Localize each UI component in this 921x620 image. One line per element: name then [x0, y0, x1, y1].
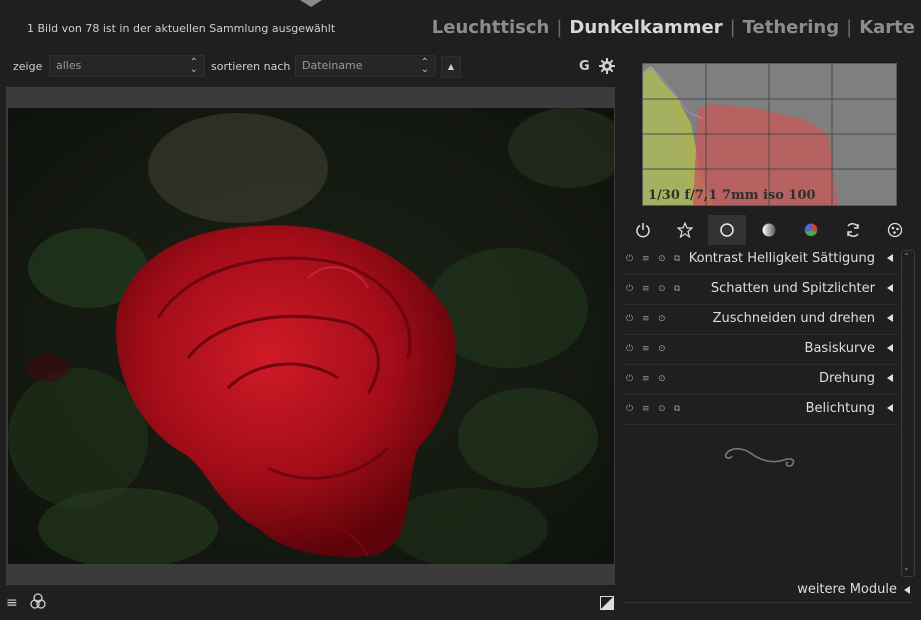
multi-instance-icon[interactable]: ⧉	[674, 254, 680, 264]
module-group-bar	[624, 215, 914, 245]
module-name: Drehung	[818, 371, 875, 386]
exif-info: 1/30 f/7,1 7mm iso 100	[648, 188, 816, 203]
view-switcher: Leuchttisch | Dunkelkammer | Tethering | Karte	[431, 17, 915, 38]
module-exposure[interactable]: ⏻ ≡ ⊙ ⧉ Belichtung	[624, 395, 897, 425]
presets-menu-icon[interactable]: ≡	[642, 404, 650, 414]
hamburger-menu-icon[interactable]: ≡	[6, 595, 18, 611]
favorites-star-icon[interactable]	[666, 215, 704, 245]
module-name: Schatten und Spitzlichter	[710, 281, 875, 296]
view-map[interactable]: Karte	[859, 17, 915, 38]
module-base-curve[interactable]: ⏻ ≡ ⊙ Basiskurve	[624, 335, 897, 365]
module-name: Basiskurve	[804, 341, 875, 356]
presets-menu-icon[interactable]: ≡	[642, 344, 650, 354]
show-label: zeige	[13, 60, 43, 73]
presets-menu-icon[interactable]: ≡	[642, 374, 650, 384]
power-icon[interactable]: ⏻	[626, 374, 633, 384]
power-icon[interactable]: ⏻	[626, 404, 633, 414]
expand-triangle-icon[interactable]	[887, 314, 893, 322]
divider	[624, 602, 914, 603]
tone-group-icon[interactable]	[750, 215, 788, 245]
power-icon[interactable]: ⏻	[626, 314, 633, 324]
sort-by-combobox[interactable]: Dateiname ⌃ ⌄	[295, 55, 436, 77]
end-of-modules-flourish-icon	[722, 444, 800, 474]
scroll-up-icon[interactable]: ⌃	[903, 252, 910, 261]
reset-icon[interactable]: ⊙	[658, 284, 666, 294]
reset-icon[interactable]: ⊙	[658, 314, 666, 324]
color-group-icon[interactable]	[792, 215, 830, 245]
selection-status: 1 Bild von 78 ist in der aktuellen Samml…	[27, 22, 336, 35]
view-tethering[interactable]: Tethering	[743, 17, 839, 38]
view-darkroom[interactable]: Dunkelkammer	[569, 17, 722, 38]
reset-icon[interactable]: ⊙	[658, 344, 666, 354]
view-lighttable[interactable]: Leuchttisch	[432, 17, 550, 38]
color-picker-icon[interactable]	[30, 592, 46, 614]
histogram[interactable]: 1/30 f/7,1 7mm iso 100	[642, 63, 897, 206]
image-preview[interactable]	[8, 108, 614, 564]
expand-triangle-icon[interactable]	[887, 284, 893, 292]
basic-group-circle-icon[interactable]	[708, 215, 746, 245]
power-icon[interactable]: ⏻	[626, 254, 633, 264]
module-name: Kontrast Helligkeit Sättigung	[688, 251, 875, 266]
show-filter-value: alles	[56, 59, 82, 72]
gear-icon[interactable]	[599, 58, 615, 78]
presets-menu-icon[interactable]: ≡	[642, 254, 650, 264]
module-name: Belichtung	[805, 401, 875, 416]
expand-triangle-icon[interactable]	[904, 586, 910, 594]
reset-icon[interactable]: ⊙	[658, 254, 666, 264]
sort-by-value: Dateiname	[302, 59, 363, 72]
module-contrast-brightness-saturation[interactable]: ⏻ ≡ ⊙ ⧉ Kontrast Helligkeit Sättigung	[624, 245, 897, 275]
multi-instance-icon[interactable]: ⧉	[674, 404, 680, 414]
more-modules-label[interactable]: weitere Module	[797, 582, 897, 597]
sort-direction-button[interactable]: ▲	[441, 56, 461, 78]
presets-menu-icon[interactable]: ≡	[642, 284, 650, 294]
grouping-button[interactable]: G	[579, 59, 590, 74]
expand-triangle-icon[interactable]	[887, 344, 893, 352]
expand-triangle-icon[interactable]	[887, 254, 893, 262]
updown-chevron-icon: ⌃ ⌄	[420, 57, 429, 75]
correct-group-icon[interactable]	[834, 215, 872, 245]
top-panel-collapse-arrow[interactable]	[300, 0, 322, 7]
reset-icon[interactable]: ⊙	[658, 404, 666, 414]
reset-icon[interactable]: ⊙	[658, 374, 666, 384]
module-crop-rotate[interactable]: ⏻ ≡ ⊙ Zuschneiden und drehen	[624, 305, 897, 335]
updown-chevron-icon: ⌃ ⌄	[189, 57, 198, 75]
effects-group-icon[interactable]	[876, 215, 914, 245]
show-filter-combobox[interactable]: alles ⌃ ⌄	[49, 55, 205, 77]
power-icon[interactable]: ⏻	[626, 284, 633, 294]
power-icon[interactable]	[624, 215, 662, 245]
scroll-down-icon[interactable]: ⌄	[903, 563, 910, 572]
expand-triangle-icon[interactable]	[887, 404, 893, 412]
multi-instance-icon[interactable]: ⧉	[674, 284, 680, 294]
power-icon[interactable]: ⏻	[626, 344, 633, 354]
module-name: Zuschneiden und drehen	[712, 311, 875, 326]
presets-menu-icon[interactable]: ≡	[642, 314, 650, 324]
modules-scrollbar[interactable]	[901, 250, 915, 577]
module-rotation[interactable]: ⏻ ≡ ⊙ Drehung	[624, 365, 897, 395]
module-shadows-highlights[interactable]: ⏻ ≡ ⊙ ⧉ Schatten und Spitzlichter	[624, 275, 897, 305]
expand-triangle-icon[interactable]	[887, 374, 893, 382]
overexposure-toggle-icon[interactable]	[600, 595, 614, 614]
sort-label: sortieren nach	[211, 60, 291, 73]
